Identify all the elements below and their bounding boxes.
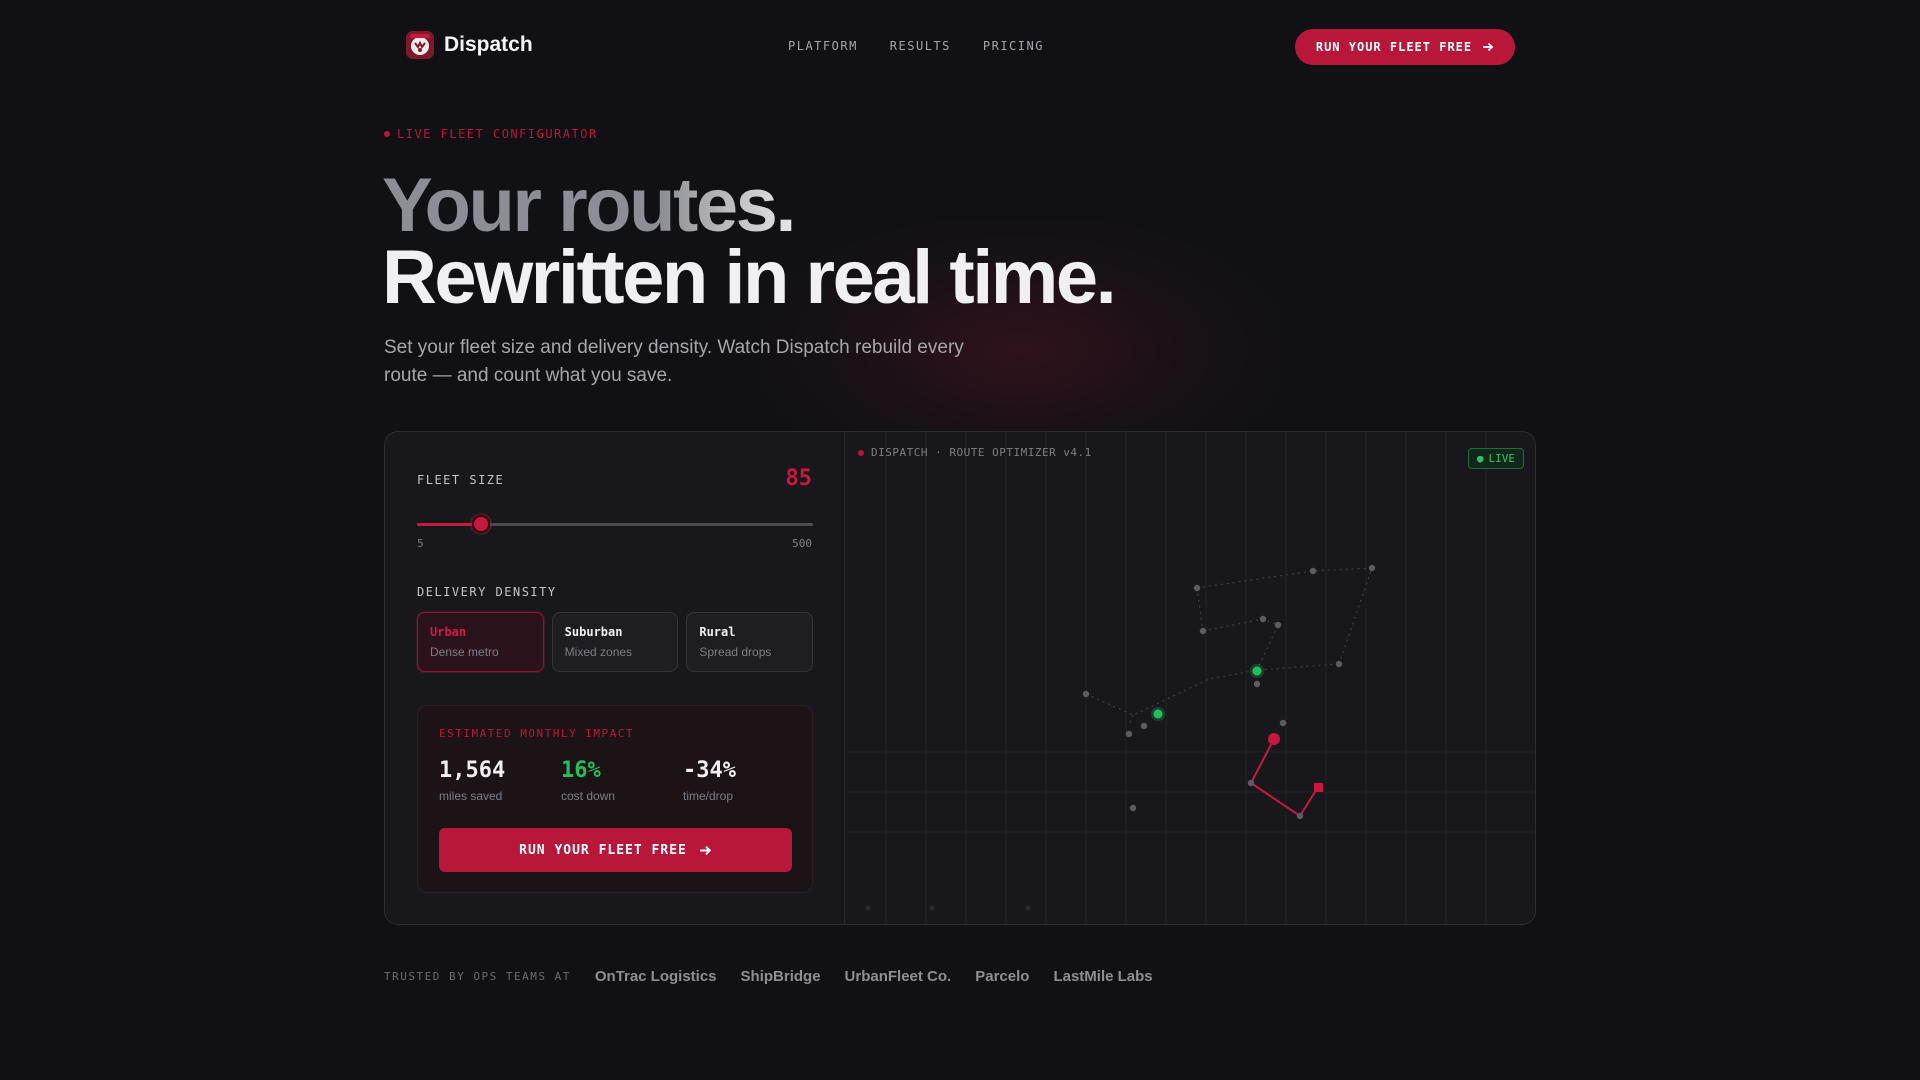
density-name: Urban [430, 625, 467, 639]
delivery-density-label: DELIVERY DENSITY [417, 585, 557, 599]
customer-logo-shipbridge: ShipBridge [740, 968, 821, 985]
trusted-by-row: TRUSTED BY OPS TEAMS AT OnTrac Logistics… [384, 968, 1177, 985]
route-optimizer-panel: DISPATCH · ROUTE OPTIMIZER v4.1 ● LIVE [846, 432, 1535, 924]
density-name: Rural [699, 625, 736, 639]
stat-value: -34% [683, 758, 736, 783]
route-stops [865, 564, 1376, 911]
fleet-size-value: 85 [785, 466, 813, 491]
stat-cost-down: 16% cost down [561, 758, 615, 803]
arrow-right-icon [1483, 42, 1494, 52]
stat-label: time/drop [683, 789, 734, 803]
stat-label: cost down [561, 789, 616, 803]
nav-link-platform[interactable]: PLATFORM [788, 39, 858, 53]
customer-logo-urbanfleet: UrbanFleet Co. [844, 968, 952, 985]
brand-logo-icon [406, 31, 434, 59]
nav-cta-button[interactable]: RUN YOUR FLEET FREE [1295, 29, 1515, 65]
config-panel: FLEET SIZE 85 5 500 DELIVERY DENSITY Urb… [385, 432, 845, 924]
hero-headline: Your routes. Rewritten in real time. [382, 168, 1117, 320]
route-map [846, 432, 1535, 924]
dotted-routes [1085, 567, 1373, 727]
density-name: Suburban [564, 625, 623, 639]
density-option-rural[interactable]: Rural Spread drops [686, 612, 814, 672]
fleet-size-slider[interactable] [417, 515, 813, 533]
hero-eyebrow: LIVE FLEET CONFIGURATOR [384, 127, 598, 141]
stat-label: miles saved [439, 789, 503, 803]
optimizer-label-text: DISPATCH · ROUTE OPTIMIZER v4.1 [871, 446, 1092, 459]
density-option-suburban[interactable]: Suburban Mixed zones [551, 612, 679, 672]
stat-miles-saved: 1,564 miles saved [439, 758, 505, 803]
run-fleet-button[interactable]: RUN YOUR FLEET FREE [439, 828, 792, 872]
eyebrow-text: LIVE FLEET CONFIGURATOR [397, 127, 598, 141]
nav-cta-label: RUN YOUR FLEET FREE [1315, 40, 1473, 54]
impact-title: ESTIMATED MONTHLY IMPACT [439, 727, 634, 740]
map-grid [846, 432, 1535, 924]
trusted-label: TRUSTED BY OPS TEAMS AT [384, 970, 571, 983]
density-desc: Dense metro [430, 645, 499, 659]
run-fleet-label: RUN YOUR FLEET FREE [519, 842, 687, 858]
active-route [1249, 738, 1319, 818]
fleet-configurator-card: FLEET SIZE 85 5 500 DELIVERY DENSITY Urb… [384, 431, 1536, 925]
customer-logo-ontrac: OnTrac Logistics [594, 968, 717, 985]
dot-icon [384, 131, 390, 137]
density-desc: Spread drops [699, 645, 772, 659]
customer-logo-parcelo: Parcelo [975, 968, 1030, 985]
stat-value: 16% [561, 758, 601, 783]
slider-min-label: 5 [417, 537, 424, 550]
stat-value: 1,564 [439, 758, 506, 783]
headline-line-2: Rewritten in real time. [382, 235, 1117, 320]
vehicles [1151, 664, 1323, 792]
stat-time-per-drop: -34% time/drop [683, 758, 736, 803]
optimizer-label: DISPATCH · ROUTE OPTIMIZER v4.1 [858, 446, 1092, 459]
headline-line-1: Your routes. [382, 168, 1114, 244]
slider-max-label: 500 [792, 537, 812, 550]
arrow-right-icon [699, 845, 712, 855]
top-nav: Dispatch PLATFORM RESULTS PRICING RUN YO… [0, 0, 1920, 92]
fleet-size-label: FLEET SIZE [417, 473, 505, 487]
density-desc: Mixed zones [564, 645, 633, 659]
brand[interactable]: Dispatch [406, 31, 533, 59]
live-badge-text: LIVE [1488, 452, 1516, 465]
dot-icon [858, 449, 864, 456]
density-options: Urban Dense metro Suburban Mixed zones R… [417, 612, 814, 672]
nav-link-results[interactable]: RESULTS [890, 39, 951, 53]
live-badge: ● LIVE [1467, 448, 1524, 469]
density-option-urban[interactable]: Urban Dense metro [417, 612, 544, 672]
slider-thumb[interactable] [471, 515, 490, 533]
nav-links: PLATFORM RESULTS PRICING [788, 39, 1044, 53]
hero-subcopy: Set your fleet size and delivery density… [384, 337, 964, 386]
customer-logo-lastmile: LastMile Labs [1053, 968, 1153, 985]
monthly-impact-panel: ESTIMATED MONTHLY IMPACT 1,564 miles sav… [417, 705, 813, 893]
live-dot-icon: ● [1476, 452, 1484, 465]
brand-name: Dispatch [444, 33, 533, 56]
nav-link-pricing[interactable]: PRICING [983, 39, 1044, 53]
